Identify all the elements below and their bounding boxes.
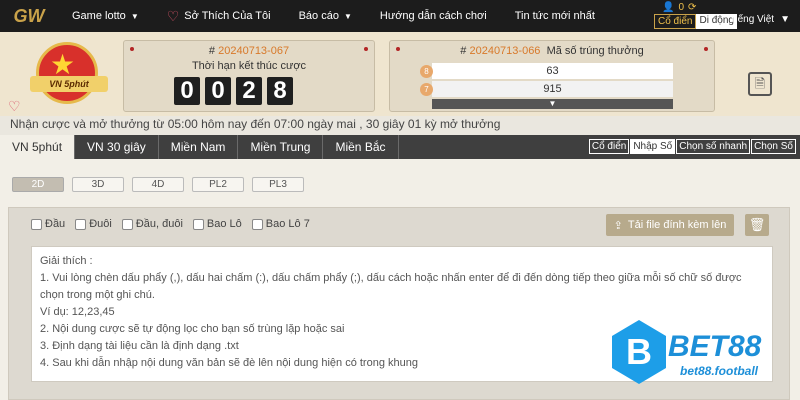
upload-file-button[interactable]: ⇪ Tải file đính kèm lên bbox=[606, 214, 734, 236]
chevron-down-icon: ▼ bbox=[343, 11, 352, 21]
user-icon: 👤 bbox=[662, 2, 675, 13]
nav-how-to-play[interactable]: Hướng dẫn cách chơi bbox=[366, 0, 501, 32]
nav-report-label: Báo cáo bbox=[298, 10, 339, 22]
checkbox-label: Đuôi bbox=[89, 218, 112, 230]
results-label: Mã số trúng thưởng bbox=[546, 45, 644, 57]
countdown-label: Thời hạn kết thúc cược bbox=[191, 60, 307, 72]
countdown-digit: 0 bbox=[174, 77, 200, 105]
checkbox-dau[interactable]: Đầu bbox=[31, 218, 65, 230]
entry-mode-tabs: Cổ điển Nhập Số Chọn số nhanh Chọn Số bbox=[588, 139, 796, 154]
nav-favorites[interactable]: ♡ Sở Thích Của Tôi bbox=[153, 0, 285, 32]
checkbox-square[interactable] bbox=[31, 218, 42, 230]
countdown-digit: 2 bbox=[236, 77, 262, 105]
countdown-digits: 0 0 2 8 bbox=[174, 77, 293, 105]
game-tabs: VN 5phút VN 30 giây Miền Nam Miền Trung … bbox=[0, 135, 800, 159]
nav-news-label: Tin tức mới nhất bbox=[514, 10, 595, 22]
entry-mode-classic[interactable]: Cổ điển bbox=[588, 139, 630, 154]
checkbox-square[interactable] bbox=[75, 218, 87, 230]
subtab-pl3[interactable]: PL3 bbox=[252, 177, 304, 192]
tab-mien-trung[interactable]: Miền Trung bbox=[238, 135, 324, 159]
game-badge: ★ VN 5phút bbox=[30, 38, 110, 110]
checkbox-label: Đầu, đuôi bbox=[135, 218, 183, 230]
tab-vn-5phut[interactable]: VN 5phút bbox=[0, 135, 76, 159]
nav-news[interactable]: Tin tức mới nhất bbox=[501, 0, 609, 32]
checkbox-square[interactable] bbox=[192, 218, 204, 230]
tab-vn-30-giay[interactable]: VN 30 giây bbox=[75, 135, 159, 159]
checkbox-label: Bao Lô bbox=[206, 218, 242, 230]
trash-icon[interactable]: 🗑 bbox=[745, 214, 769, 236]
tab-mien-nam[interactable]: Miền Nam bbox=[159, 135, 239, 159]
result-row: 7 915 bbox=[420, 81, 673, 97]
results-issue-number: 20240713-066 bbox=[469, 45, 541, 57]
subtab-4d[interactable]: 4D bbox=[132, 177, 184, 192]
nav-report[interactable]: Báo cáo ▼ bbox=[285, 0, 366, 32]
checkbox-duoi[interactable]: Đuôi bbox=[75, 218, 112, 230]
checkbox-dau-duoi[interactable]: Đầu, đuôi bbox=[121, 218, 183, 230]
issue-hash: # bbox=[460, 45, 467, 57]
result-value: 915 bbox=[543, 83, 562, 95]
chevron-down-icon: ▼ bbox=[780, 14, 790, 25]
balance: 👤 0 ⟳ bbox=[662, 2, 696, 13]
prize-ball: 7 bbox=[420, 82, 433, 96]
upload-icon: ⇪ bbox=[613, 219, 623, 232]
mode-classic-button[interactable]: Cổ điển bbox=[654, 14, 697, 29]
checkbox-square[interactable] bbox=[121, 218, 133, 230]
heart-icon: ♡ bbox=[166, 7, 180, 24]
current-issue-number: 20240713-067 bbox=[218, 45, 290, 57]
nav-account-area: 👤 0 ⟳ Cổ điển Di động Tiếng Việt ▼ bbox=[652, 0, 800, 32]
instruction-line: 1. Vui lòng chèn dấu phẩy (,), dấu hai c… bbox=[40, 272, 742, 301]
site-logo[interactable]: GW bbox=[0, 0, 58, 32]
schedule-notice: Nhận cược và mở thưởng từ 05:00 hôm nay … bbox=[10, 117, 501, 131]
result-row: 8 63 bbox=[420, 63, 673, 79]
bet88-watermark: B BET88 bet88.football bbox=[608, 312, 796, 394]
checkbox-bao-lo[interactable]: Bao Lô bbox=[192, 218, 242, 230]
favorite-heart-icon[interactable]: ♡ bbox=[8, 98, 21, 115]
results-panel: # 20240713-066 Mã số trúng thưởng 8 63 7… bbox=[389, 40, 715, 112]
nav-game-lotto-label: Game lotto bbox=[72, 10, 126, 22]
language-label: Tiếng Việt bbox=[729, 14, 775, 25]
current-issue: # 20240713-067 bbox=[124, 45, 374, 57]
display-mode: Cổ điển Di động bbox=[654, 14, 737, 29]
nav-game-lotto[interactable]: Game lotto ▼ bbox=[58, 0, 153, 32]
entry-mode-pick[interactable]: Chọn Số bbox=[751, 139, 796, 154]
watermark-shield-logo: B bbox=[612, 320, 666, 384]
tab-mien-bac[interactable]: Miền Bắc bbox=[323, 135, 399, 159]
top-nav: GW Game lotto ▼ ♡ Sở Thích Của Tôi Báo c… bbox=[0, 0, 800, 32]
watermark-site: bet88.football bbox=[680, 364, 759, 378]
badge-ribbon: VN 5phút bbox=[30, 76, 108, 92]
subtab-2d[interactable]: 2D bbox=[12, 177, 64, 192]
countdown-digit: 8 bbox=[267, 77, 293, 105]
expand-results-chevron-icon[interactable]: ▼ bbox=[432, 99, 673, 109]
history-document-icon[interactable]: 🗎 bbox=[748, 72, 772, 96]
prize-ball: 8 bbox=[420, 64, 433, 78]
entry-mode-quick-pick[interactable]: Chọn số nhanh bbox=[676, 139, 751, 154]
game-header: ★ VN 5phút ♡ # 20240713-067 Thời hạn kết… bbox=[0, 32, 800, 116]
bet-type-checkboxes: Đầu Đuôi Đầu, đuôi Bao Lô Bao Lô 7 bbox=[31, 218, 310, 230]
nav-favorites-label: Sở Thích Của Tôi bbox=[184, 10, 271, 22]
checkbox-bao-lo-7[interactable]: Bao Lô 7 bbox=[251, 218, 310, 230]
checkbox-label: Bao Lô 7 bbox=[265, 218, 310, 230]
upload-label: Tải file đính kèm lên bbox=[627, 219, 727, 231]
entry-mode-manual[interactable]: Nhập Số bbox=[630, 139, 676, 154]
watermark-brand: BET88 bbox=[668, 330, 762, 363]
subtab-3d[interactable]: 3D bbox=[72, 177, 124, 192]
issue-hash: # bbox=[208, 45, 216, 57]
balance-value: 0 bbox=[678, 2, 685, 13]
result-value: 63 bbox=[546, 65, 559, 77]
language-select[interactable]: Tiếng Việt ▼ bbox=[730, 14, 790, 25]
digit-subtabs: 2D 3D 4D PL2 PL3 bbox=[12, 177, 304, 192]
results-header: # 20240713-066 Mã số trúng thưởng bbox=[390, 45, 714, 57]
chevron-down-icon: ▼ bbox=[130, 11, 139, 21]
subtab-pl2[interactable]: PL2 bbox=[192, 177, 244, 192]
instruction-line: Giải thích : bbox=[40, 255, 93, 267]
checkbox-square[interactable] bbox=[251, 218, 263, 230]
countdown-digit: 0 bbox=[205, 77, 231, 105]
countdown-panel: # 20240713-067 Thời hạn kết thúc cược 0 … bbox=[123, 40, 375, 112]
checkbox-label: Đầu bbox=[45, 218, 66, 230]
refresh-icon[interactable]: ⟳ bbox=[688, 2, 696, 13]
nav-how-to-play-label: Hướng dẫn cách chơi bbox=[379, 10, 487, 22]
